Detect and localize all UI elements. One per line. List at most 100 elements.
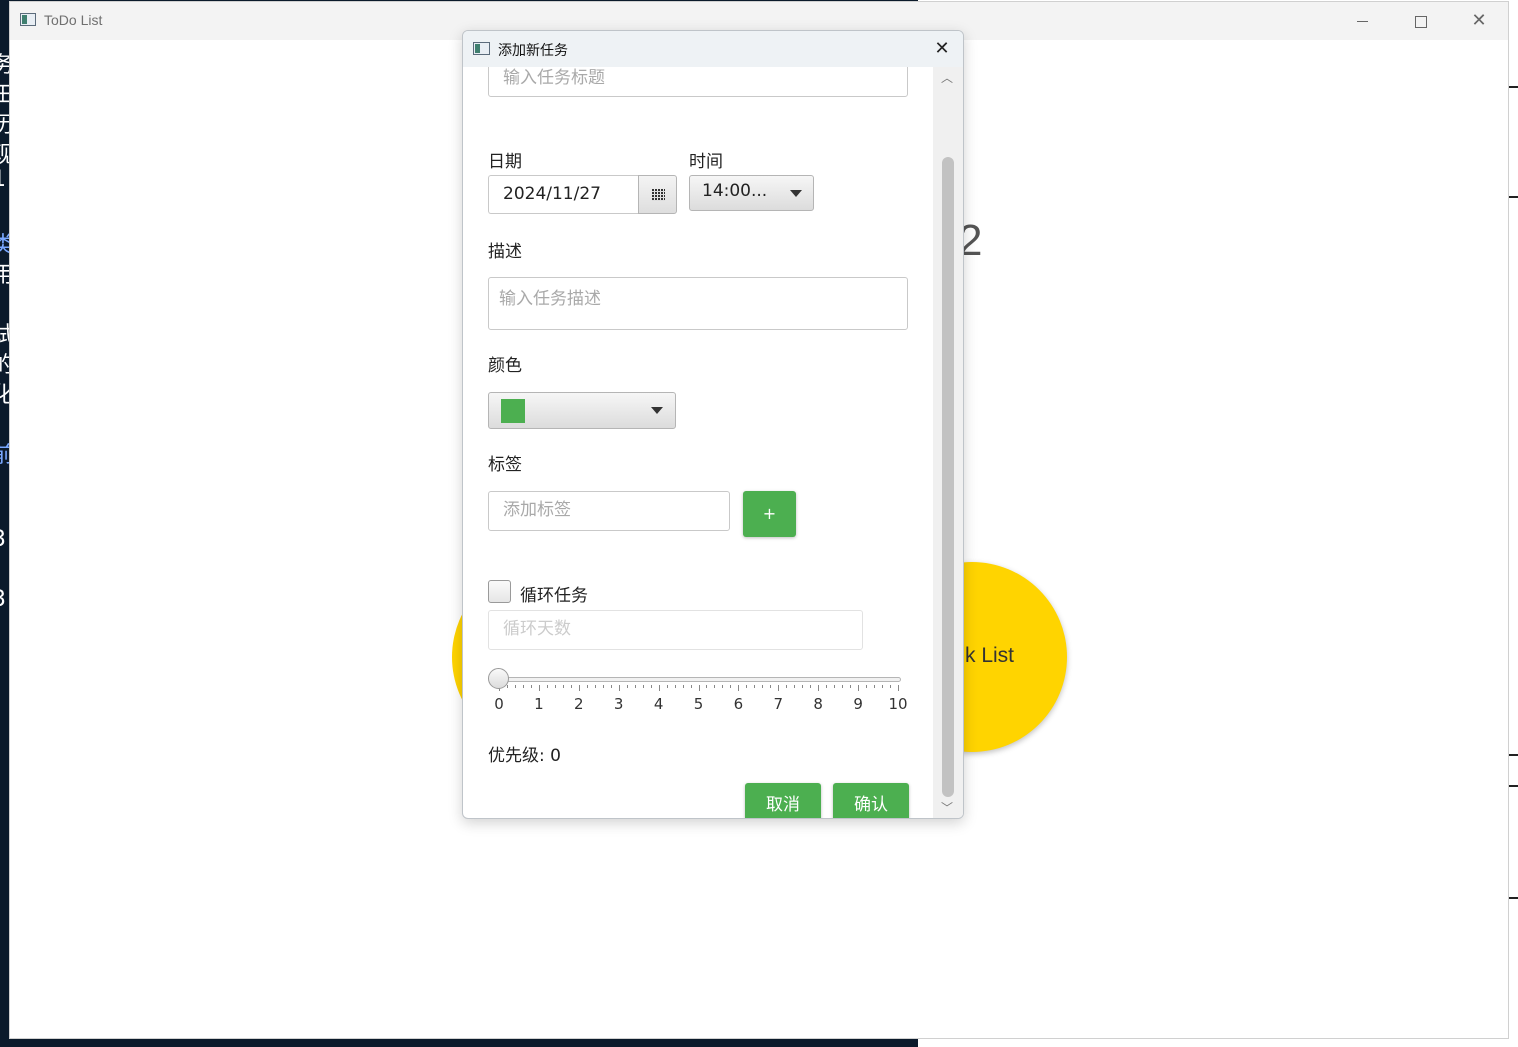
description-label: 描述 bbox=[488, 242, 522, 262]
task-title-placeholder: 输入任务标题 bbox=[503, 68, 605, 88]
add-task-dialog: 添加新任务 ✕ 输入任务标题 日期 时间 2024/11/27 14:00...… bbox=[462, 30, 964, 819]
window-close-button[interactable]: ✕ bbox=[1456, 6, 1502, 36]
slider-minor-tick bbox=[850, 685, 852, 688]
dialog-scrollbar[interactable]: ︿ ﹀ bbox=[933, 67, 963, 818]
slider-minor-tick bbox=[866, 685, 868, 688]
slider-minor-tick bbox=[714, 685, 716, 688]
close-icon: ✕ bbox=[1471, 10, 1487, 31]
slider-minor-tick bbox=[586, 685, 588, 688]
recurring-days-placeholder: 循环天数 bbox=[503, 619, 571, 639]
minimize-button[interactable] bbox=[1339, 6, 1385, 36]
background-right-strip bbox=[1509, 0, 1518, 1047]
window-title: ToDo List bbox=[44, 12, 103, 28]
date-picker-button[interactable] bbox=[638, 175, 677, 214]
priority-slider-thumb[interactable] bbox=[488, 668, 509, 689]
color-select[interactable] bbox=[488, 392, 676, 429]
slider-minor-tick bbox=[522, 685, 524, 688]
description-placeholder: 输入任务描述 bbox=[499, 289, 601, 309]
slider-minor-tick bbox=[890, 685, 892, 688]
time-label: 时间 bbox=[689, 152, 723, 172]
slider-minor-tick bbox=[642, 685, 644, 688]
priority-text: 优先级: 0 bbox=[488, 746, 561, 766]
slider-tick-label: 0 bbox=[494, 695, 504, 713]
slider-major-tick bbox=[618, 685, 620, 691]
dialog-close-button[interactable]: ✕ bbox=[927, 37, 957, 61]
priority-slider-track[interactable] bbox=[493, 677, 901, 682]
slider-tick-label: 9 bbox=[853, 695, 863, 713]
slider-minor-tick bbox=[682, 685, 684, 688]
slider-minor-tick bbox=[786, 685, 788, 688]
slider-minor-tick bbox=[826, 685, 828, 688]
add-tag-button[interactable]: + bbox=[743, 491, 796, 537]
slider-tick-label: 5 bbox=[693, 695, 704, 713]
slider-minor-tick bbox=[770, 685, 772, 688]
slider-minor-tick bbox=[762, 685, 764, 688]
slider-minor-tick bbox=[554, 685, 556, 688]
app-icon bbox=[20, 13, 36, 26]
slider-minor-tick bbox=[802, 685, 804, 688]
description-input[interactable]: 输入任务描述 bbox=[488, 277, 908, 330]
slider-minor-tick bbox=[506, 685, 508, 688]
slider-minor-tick bbox=[882, 685, 884, 688]
slider-minor-tick bbox=[634, 685, 636, 688]
slider-minor-tick bbox=[810, 685, 812, 688]
scrollbar-thumb[interactable] bbox=[942, 157, 954, 797]
date-input[interactable]: 2024/11/27 bbox=[488, 175, 638, 214]
scroll-up-icon[interactable]: ︿ bbox=[941, 69, 953, 86]
tag-placeholder: 添加标签 bbox=[503, 500, 571, 520]
slider-minor-tick bbox=[562, 685, 564, 688]
maximize-icon bbox=[1415, 16, 1427, 28]
recurring-days-input[interactable]: 循环天数 bbox=[488, 610, 863, 650]
slider-minor-tick bbox=[674, 685, 676, 688]
date-label: 日期 bbox=[488, 152, 522, 172]
recurring-label: 循环任务 bbox=[520, 586, 588, 606]
slider-minor-tick bbox=[842, 685, 844, 688]
minimize-icon bbox=[1357, 21, 1368, 22]
task-title-input[interactable]: 输入任务标题 bbox=[488, 67, 908, 97]
recurring-checkbox[interactable] bbox=[488, 580, 511, 603]
scroll-down-icon[interactable]: ﹀ bbox=[941, 799, 953, 816]
slider-major-tick bbox=[658, 685, 660, 691]
color-label: 颜色 bbox=[488, 356, 522, 376]
slider-minor-tick bbox=[690, 685, 692, 688]
slider-minor-tick bbox=[874, 685, 876, 688]
slider-major-tick bbox=[578, 685, 580, 691]
slider-major-tick bbox=[778, 685, 780, 691]
cancel-button[interactable]: 取消 bbox=[745, 783, 821, 818]
slider-major-tick bbox=[698, 685, 700, 691]
slider-minor-tick bbox=[794, 685, 796, 688]
dialog-body: 输入任务标题 日期 时间 2024/11/27 14:00... 描述 输入任务… bbox=[463, 67, 933, 818]
slider-tick-label: 1 bbox=[534, 695, 544, 713]
slider-minor-tick bbox=[730, 685, 732, 688]
slider-minor-tick bbox=[746, 685, 748, 688]
background-bottom-strip bbox=[918, 1038, 1518, 1047]
slider-minor-tick bbox=[666, 685, 668, 688]
close-icon: ✕ bbox=[934, 38, 950, 59]
calendar-icon bbox=[652, 189, 665, 201]
dialog-titlebar: 添加新任务 ✕ bbox=[463, 31, 963, 67]
slider-minor-tick bbox=[722, 685, 724, 688]
chevron-down-icon bbox=[651, 407, 663, 414]
slider-minor-tick bbox=[530, 685, 532, 688]
tags-label: 标签 bbox=[488, 455, 522, 475]
slider-tick-label: 2 bbox=[574, 695, 584, 713]
slider-minor-tick bbox=[594, 685, 596, 688]
maximize-button[interactable] bbox=[1397, 6, 1443, 36]
chevron-down-icon bbox=[790, 190, 802, 197]
slider-major-tick bbox=[858, 685, 860, 691]
slider-tick-label: 8 bbox=[813, 695, 823, 713]
slider-tick-label: 6 bbox=[733, 695, 744, 713]
tag-input[interactable]: 添加标签 bbox=[488, 491, 730, 531]
dialog-app-icon bbox=[473, 42, 490, 55]
slider-minor-tick bbox=[570, 685, 572, 688]
slider-minor-tick bbox=[834, 685, 836, 688]
slider-minor-tick bbox=[650, 685, 652, 688]
confirm-button[interactable]: 确认 bbox=[833, 783, 909, 818]
slider-minor-tick bbox=[602, 685, 604, 688]
slider-major-tick bbox=[738, 685, 740, 691]
slider-major-tick bbox=[818, 685, 820, 691]
slider-minor-tick bbox=[706, 685, 708, 688]
time-select[interactable]: 14:00... bbox=[689, 175, 814, 211]
slider-minor-tick bbox=[514, 685, 516, 688]
time-select-value: 14:00... bbox=[702, 181, 768, 201]
